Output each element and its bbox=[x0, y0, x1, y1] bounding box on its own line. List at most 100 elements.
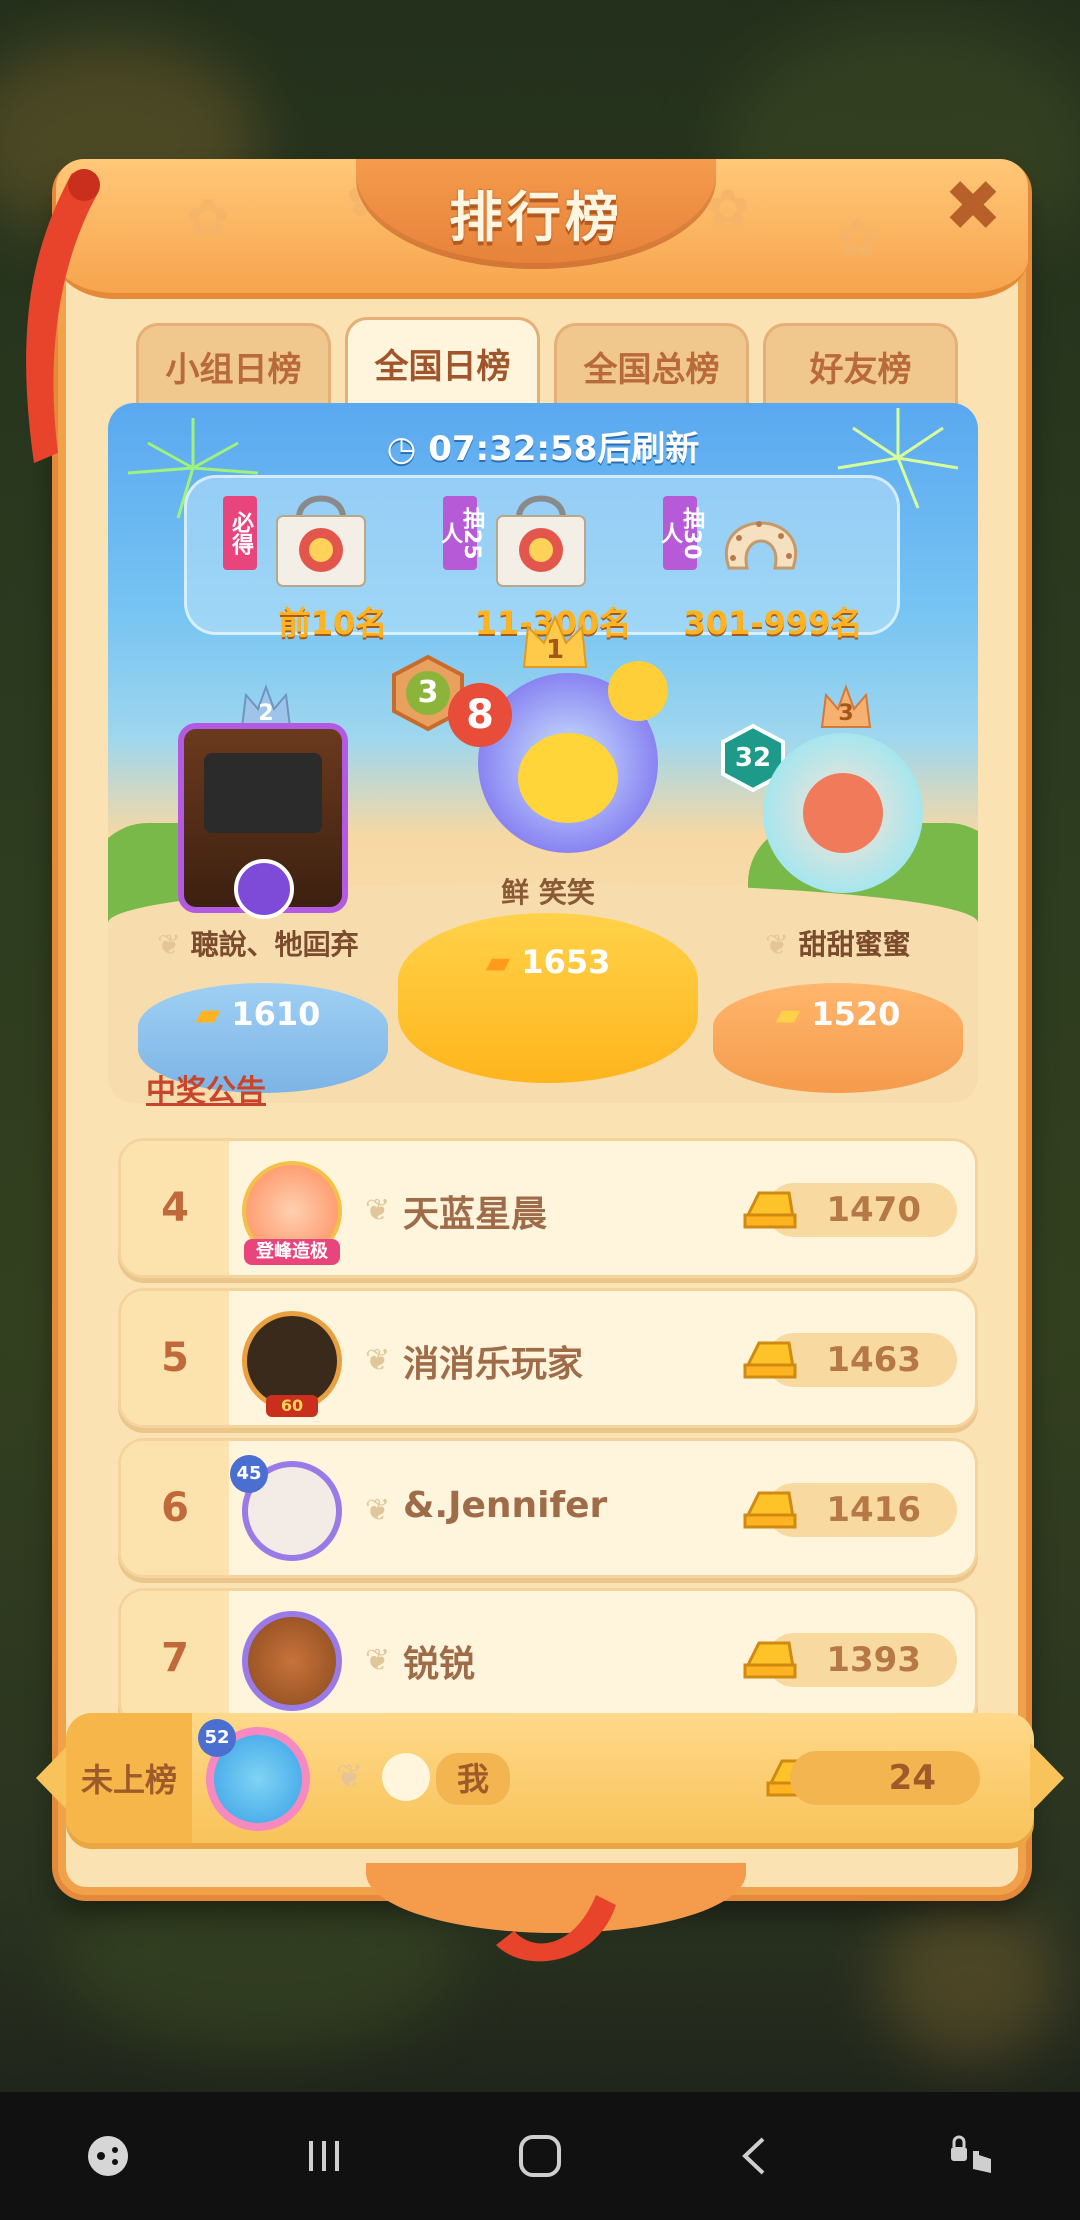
back-button[interactable] bbox=[726, 2126, 786, 2186]
avatar bbox=[204, 753, 322, 833]
player-name: &.Jennifer bbox=[403, 1485, 608, 1526]
avatar bbox=[236, 1605, 348, 1717]
rank-number: 5 bbox=[121, 1291, 229, 1425]
system-navigation-bar bbox=[0, 2092, 1080, 2220]
sun-icon bbox=[608, 661, 668, 721]
player-name: 消消乐玩家 bbox=[403, 1344, 584, 1385]
rabbit-icon: ❦ bbox=[365, 1343, 391, 1378]
avatar: 登峰造极 bbox=[236, 1155, 348, 1267]
prize-301-999[interactable]: 抽30人 301-999名 bbox=[657, 488, 883, 642]
character-avatar bbox=[803, 773, 883, 853]
chick-avatar bbox=[518, 733, 618, 823]
prize-panel[interactable]: 必得 前10名 抽25人 11-300名 抽30人 bbox=[184, 475, 900, 642]
gold-bar-icon: ▰ bbox=[485, 943, 511, 981]
avatar bbox=[763, 733, 923, 893]
podium-panel: ◷ 07:32:58后刷新 必得 前10名 抽25人 1 bbox=[108, 403, 978, 1103]
tab-national-daily[interactable]: 全国日榜 bbox=[345, 317, 540, 407]
table-row[interactable]: 5 60 ❦ 消消乐玩家 1463 bbox=[118, 1288, 978, 1428]
rabbit-icon: ❦ bbox=[365, 1193, 391, 1228]
tote-bag-icon bbox=[276, 495, 366, 587]
game-tools-button[interactable] bbox=[78, 2126, 138, 2186]
tab-label: 好友榜 bbox=[809, 350, 912, 390]
player-score: ▰ 1520 bbox=[775, 995, 901, 1033]
prize-badge: 抽25人 bbox=[437, 496, 484, 570]
rank-number: 7 bbox=[121, 1591, 229, 1725]
avatar-title-badge: 登峰造极 bbox=[244, 1239, 340, 1265]
home-button[interactable] bbox=[510, 2126, 570, 2186]
crown-icon: 3 bbox=[818, 683, 874, 733]
home-icon bbox=[519, 2135, 561, 2177]
title-plate: 排行榜 bbox=[356, 159, 716, 269]
me-tag: 我 bbox=[436, 1753, 510, 1805]
avatar: 60 bbox=[236, 1305, 348, 1417]
podium-second[interactable]: 2 ❦ 聴說、牠囸弃 ▰ 1610 bbox=[128, 683, 388, 1093]
player-name: 锐锐 bbox=[403, 1644, 476, 1685]
gold-bar-icon: ▰ bbox=[775, 995, 801, 1033]
tab-bar: 小组日榜 全国日榜 全国总榜 好友榜 bbox=[136, 317, 958, 407]
podium-first[interactable]: 1 3 8 鲜 笑笑 ▰ 1653 bbox=[392, 613, 698, 1103]
arrow-right-decoration bbox=[1030, 1743, 1064, 1813]
player-name: 鲜 笑笑 bbox=[501, 876, 595, 909]
tab-label: 全国总榜 bbox=[583, 350, 720, 390]
touch-lock-button[interactable] bbox=[942, 2126, 1002, 2186]
my-rank-status: 未上榜 bbox=[66, 1713, 192, 1843]
ranking-list: 4 登峰造极 ❦ 天蓝星晨 1470 5 60 ❦ 消消乐玩家 1463 6 4… bbox=[118, 1138, 978, 1738]
streak-badge: 8 bbox=[448, 683, 512, 747]
rabbit-icon: ❦ bbox=[157, 928, 181, 961]
tab-friends[interactable]: 好友榜 bbox=[763, 323, 958, 407]
close-icon: ✖ bbox=[943, 165, 1003, 247]
avatar-level-badge: 45 bbox=[230, 1455, 268, 1493]
clock-icon: ◷ bbox=[386, 429, 417, 469]
rabbit-icon: ❦ bbox=[365, 1643, 391, 1678]
recent-apps-button[interactable] bbox=[294, 2126, 354, 2186]
tote-bag-icon bbox=[496, 495, 586, 587]
crown-rank: 3 bbox=[838, 701, 854, 726]
gold-bar-icon: ▰ bbox=[195, 995, 221, 1033]
table-row[interactable]: 7 ❦ 锐锐 1393 bbox=[118, 1588, 978, 1728]
gold-bar-icon bbox=[743, 1491, 797, 1529]
prize-badge: 抽30人 bbox=[657, 496, 704, 570]
gold-bar-icon bbox=[743, 1341, 797, 1379]
avatar-level-badge: 60 bbox=[266, 1395, 318, 1417]
avatar-badge bbox=[234, 859, 294, 919]
tab-label: 全国日榜 bbox=[374, 347, 511, 387]
bunny-icon bbox=[382, 1753, 430, 1801]
my-rank-row[interactable]: 未上榜 52 ❦ 我 24 bbox=[36, 1713, 1064, 1843]
crown-icon: 1 bbox=[520, 613, 590, 673]
avatar: 45 bbox=[230, 1455, 348, 1567]
tab-label: 小组日榜 bbox=[165, 350, 302, 390]
gold-bar-icon bbox=[743, 1641, 797, 1679]
gold-bar-icon bbox=[743, 1191, 797, 1229]
ribbon-decoration bbox=[26, 169, 100, 463]
tab-national-total[interactable]: 全国总榜 bbox=[554, 323, 749, 407]
winner-announcement-link[interactable]: 中奖公告 bbox=[146, 1066, 266, 1110]
table-row[interactable]: 6 45 ❦ &.Jennifer 1416 bbox=[118, 1438, 978, 1578]
player-score: ▰ 1610 bbox=[195, 995, 321, 1033]
refresh-text: 07:32:58后刷新 bbox=[428, 429, 700, 469]
podium-base bbox=[398, 913, 698, 1083]
page-title: 排行榜 bbox=[449, 186, 623, 249]
prize-badge: 必得 bbox=[223, 496, 257, 570]
recent-apps-icon bbox=[309, 2141, 339, 2171]
my-score: 24 bbox=[790, 1751, 980, 1805]
avatar-level-badge: 52 bbox=[198, 1719, 236, 1757]
podium-third[interactable]: 3 32 ❦ 甜甜蜜蜜 ▰ 1520 bbox=[708, 683, 968, 1093]
close-button[interactable]: ✖ bbox=[938, 171, 1008, 241]
flower-decoration-icon: ✿ bbox=[836, 209, 880, 269]
neck-pillow-icon bbox=[725, 521, 797, 570]
avatar-frame bbox=[178, 723, 348, 919]
prize-top10[interactable]: 必得 前10名 bbox=[223, 488, 443, 642]
player-name: 天蓝星晨 bbox=[403, 1194, 548, 1235]
modal-header: ✿ ✿ ✿ ✿ 排行榜 ✖ bbox=[56, 159, 1028, 299]
prize-11-300[interactable]: 抽25人 11-300名 bbox=[437, 488, 663, 642]
player-score: ▰ 1653 bbox=[485, 943, 611, 981]
crown-rank: 1 bbox=[545, 635, 565, 665]
rabbit-icon: ❦ bbox=[765, 928, 789, 961]
ribbon-decoration bbox=[496, 1895, 616, 1962]
table-row[interactable]: 4 登峰造极 ❦ 天蓝星晨 1470 bbox=[118, 1138, 978, 1278]
rank-number: 4 bbox=[121, 1141, 229, 1275]
player-name: ❦ 甜甜蜜蜜 bbox=[765, 928, 911, 961]
leaderboard-modal: ✿ ✿ ✿ ✿ 排行榜 ✖ 小组日榜 全国日榜 全国总榜 好友榜 bbox=[26, 159, 1064, 1962]
tab-group-daily[interactable]: 小组日榜 bbox=[136, 323, 331, 407]
refresh-timer: ◷ 07:32:58后刷新 bbox=[108, 421, 978, 470]
